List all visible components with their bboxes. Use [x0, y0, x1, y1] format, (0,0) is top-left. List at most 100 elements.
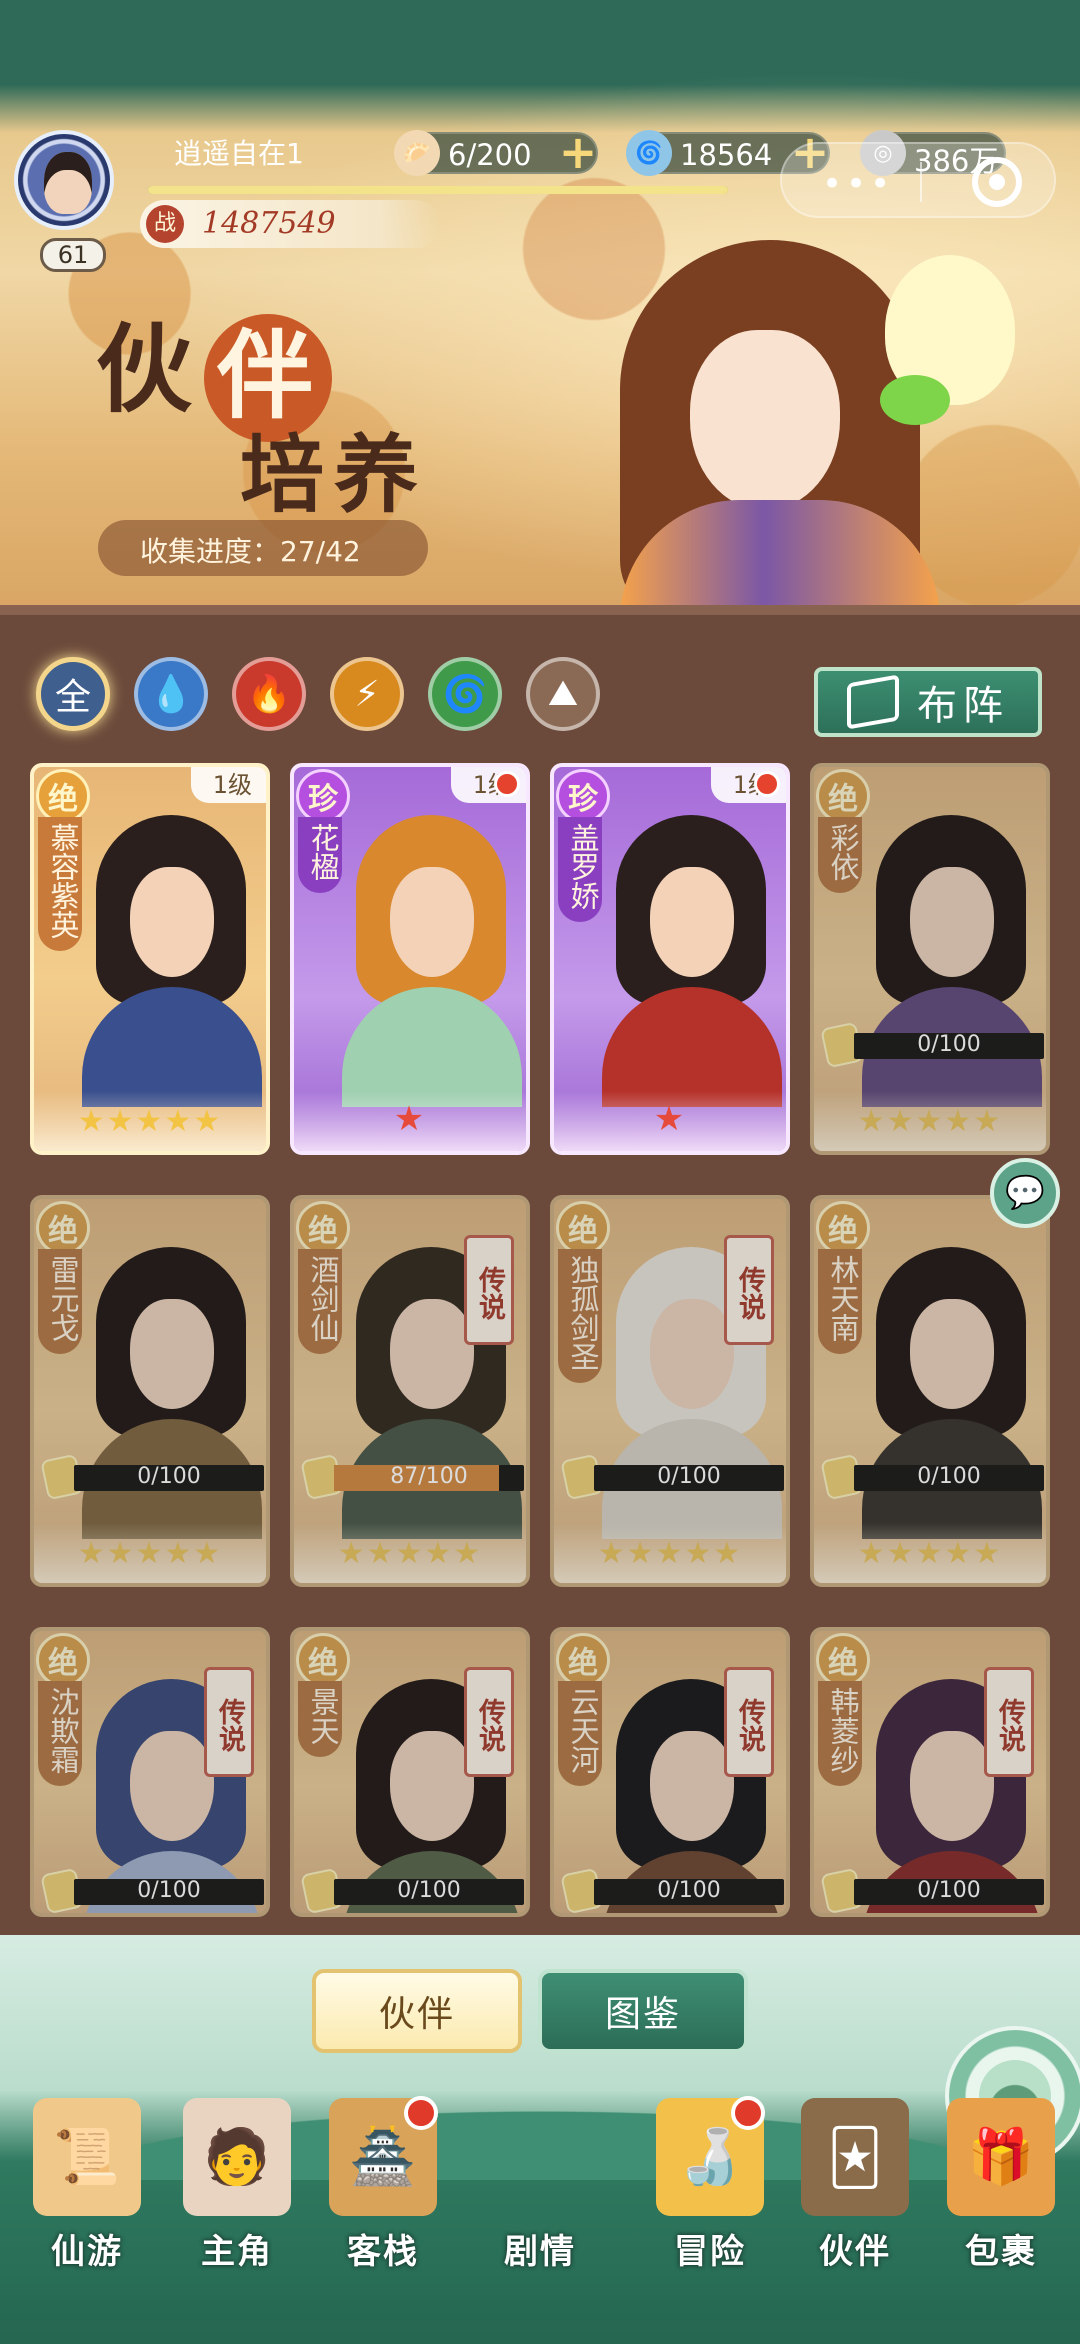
nav-label: 包裹: [965, 2232, 1037, 2272]
fragment-count: 0/100: [657, 1464, 721, 1489]
nav-item-hero-portrait[interactable]: 🧑 主角: [172, 2090, 302, 2330]
fragment-count: 0/100: [917, 1464, 981, 1489]
partner-card[interactable]: 绝独孤剑圣 传说 ★★★★★ 0/100: [550, 1195, 790, 1587]
star-rating: ★★★★★: [857, 1104, 1003, 1139]
star-rating: ★★★★★: [337, 1536, 483, 1571]
filter-all-label: 全: [54, 677, 91, 718]
formation-button[interactable]: 布阵: [814, 667, 1042, 737]
nav-item-scroll-book[interactable]: 📜 仙游: [22, 2090, 152, 2330]
filter-fire-button[interactable]: 🔥: [232, 657, 306, 731]
fragment-count: 87/100: [390, 1464, 468, 1489]
combat-power-icon: 战: [146, 205, 184, 243]
filter-earth-button[interactable]: ⛰: [526, 657, 600, 731]
fragment-progress: 0/100: [820, 1453, 1046, 1501]
partner-card[interactable]: 绝彩依 ★★★★★ 0/100: [810, 763, 1050, 1155]
filter-fire-icon: 🔥: [246, 674, 292, 715]
partner-name: 酒剑仙: [298, 1249, 342, 1354]
filter-all-button[interactable]: 全: [36, 657, 110, 731]
notification-dot: [731, 2096, 765, 2130]
gold-value: 18564: [680, 138, 773, 172]
partner-name: 林天南: [818, 1249, 862, 1354]
notification-dot: [404, 2096, 438, 2130]
player-avatar[interactable]: [14, 130, 114, 230]
combat-power-value: 1487549: [202, 206, 336, 241]
partner-card[interactable]: 绝云天河 传说 0/100: [550, 1627, 790, 1917]
partner-name: 云天河: [558, 1681, 602, 1786]
tab-codex[interactable]: 图鉴: [538, 1969, 748, 2053]
legend-tag: 传说: [984, 1667, 1034, 1777]
star-rating: ★★★★★: [77, 1104, 223, 1139]
filter-water-icon: 💧: [148, 674, 194, 715]
coin-swirl-icon: 🌀: [626, 130, 672, 176]
star-rating: ★★★★★: [77, 1536, 223, 1571]
combat-power: 战 1487549: [140, 200, 440, 248]
partner-card[interactable]: 绝沈欺霜 传说 0/100: [30, 1627, 270, 1917]
filter-wind-button[interactable]: 🌀: [428, 657, 502, 731]
fragment-count: 0/100: [137, 1464, 201, 1489]
chat-bubble-icon[interactable]: 💬: [990, 1158, 1060, 1228]
element-filter-row: 全 💧 🔥 ⚡ 🌀 ⛰: [36, 657, 600, 731]
partner-portrait: [594, 797, 784, 1107]
partner-level: 1级: [190, 767, 266, 803]
mascot-leaf: [880, 375, 950, 425]
nav-label: 仙游: [51, 2232, 123, 2272]
rarity-badge: 绝: [816, 769, 870, 823]
stamina-resource: 🥟 6/200 +: [394, 129, 600, 176]
collection-progress: 收集进度：27/42: [98, 520, 428, 576]
filter-wind-icon: 🌀: [442, 674, 488, 715]
partner-card[interactable]: 绝林天南 ★★★★★ 0/100: [810, 1195, 1050, 1587]
partner-panel: 全 💧 🔥 ⚡ 🌀 ⛰ 布阵 绝慕容紫英 1级 ★★★★★ 珍花楹 1级 ★ 珍盖罗娇 1级 ★ 绝彩依 ★★…: [0, 605, 1080, 1935]
star-rating: ★★★★★: [857, 1536, 1003, 1571]
partner-card[interactable]: 绝景天 传说 0/100: [290, 1627, 530, 1917]
filter-thunder-button[interactable]: ⚡: [330, 657, 404, 731]
experience-bar-fill: [148, 186, 728, 194]
partner-card[interactable]: 绝酒剑仙 传说 ★★★★★ 87/100: [290, 1195, 530, 1587]
nav-item-partner-cards[interactable]: 🃏 伙伴: [790, 2090, 920, 2330]
partner-name: 花楹: [298, 817, 342, 893]
add-stamina-button[interactable]: +: [556, 129, 600, 176]
more-menu-button[interactable]: •••: [822, 164, 894, 204]
fragment-progress: 0/100: [820, 1021, 1046, 1069]
partner-card[interactable]: 绝慕容紫英 1级 ★★★★★: [30, 763, 270, 1155]
rarity-badge: 绝: [36, 769, 90, 823]
fragment-count: 0/100: [657, 1878, 721, 1903]
scroll-book-icon: 📜: [33, 2098, 141, 2216]
partner-card[interactable]: 绝雷元戈 ★★★★★ 0/100: [30, 1195, 270, 1587]
nav-label: 客栈: [347, 2232, 419, 2272]
rarity-badge: 珍: [556, 769, 610, 823]
partner-name: 韩菱纱: [818, 1681, 862, 1786]
nav-item-story-landscape[interactable]: 剧情: [475, 2026, 1080, 2330]
partner-card[interactable]: 珍盖罗娇 1级 ★: [550, 763, 790, 1155]
partner-grid: 绝慕容紫英 1级 ★★★★★ 珍花楹 1级 ★ 珍盖罗娇 1级 ★ 绝彩依 ★★★★★ 0/100 绝雷…: [30, 763, 1050, 1917]
player-level-badge: 61: [40, 238, 106, 272]
hero-portrait-icon: 🧑: [183, 2098, 291, 2216]
nav-item-gift-bag[interactable]: 🎁 包裹: [936, 2090, 1066, 2330]
partner-name: 彩依: [818, 817, 862, 893]
partner-name: 盖罗娇: [558, 817, 602, 922]
fragment-progress: 0/100: [40, 1453, 266, 1501]
nav-item-inn[interactable]: 🏯 客栈: [318, 2090, 448, 2330]
fragment-count: 0/100: [397, 1878, 461, 1903]
partner-name: 景天: [298, 1681, 342, 1757]
tab-partners[interactable]: 伙伴: [312, 1969, 522, 2053]
nav-label: 伙伴: [819, 2232, 891, 2272]
partner-name: 沈欺霜: [38, 1681, 82, 1786]
partner-card[interactable]: 珍花楹 1级 ★: [290, 763, 530, 1155]
filter-water-button[interactable]: 💧: [134, 657, 208, 731]
miniprogram-capsule: •••: [780, 142, 1056, 218]
fragment-count: 0/100: [917, 1878, 981, 1903]
partner-banner: 61 逍遥自在1 战 1487549 🥟 6/200 + 🌀 18564 + ◎…: [0, 0, 1080, 605]
fragment-progress: 0/100: [40, 1867, 266, 1913]
rarity-badge: 绝: [296, 1201, 350, 1255]
gift-bag-icon: 🎁: [947, 2098, 1055, 2216]
bottom-area: 伙伴 图鉴 📜 仙游 🧑 主角 🏯 客栈 剧情 🍶 冒险 🃏 伙伴 🎁 包裹: [0, 1935, 1080, 2344]
star-rating: ★★★★★: [597, 1536, 743, 1571]
nav-item-gourd[interactable]: 🍶 冒险: [645, 2090, 775, 2330]
fragment-progress: 0/100: [300, 1867, 526, 1913]
close-miniprogram-button[interactable]: [972, 157, 1022, 207]
legend-tag: 传说: [724, 1667, 774, 1777]
fragment-progress: 87/100: [300, 1453, 526, 1501]
bottom-navigation: 📜 仙游 🧑 主角 🏯 客栈 剧情 🍶 冒险 🃏 伙伴 🎁 包裹: [0, 2026, 1080, 2344]
partner-card[interactable]: 绝韩菱纱 传说 0/100: [810, 1627, 1050, 1917]
nav-label: 冒险: [674, 2232, 746, 2272]
